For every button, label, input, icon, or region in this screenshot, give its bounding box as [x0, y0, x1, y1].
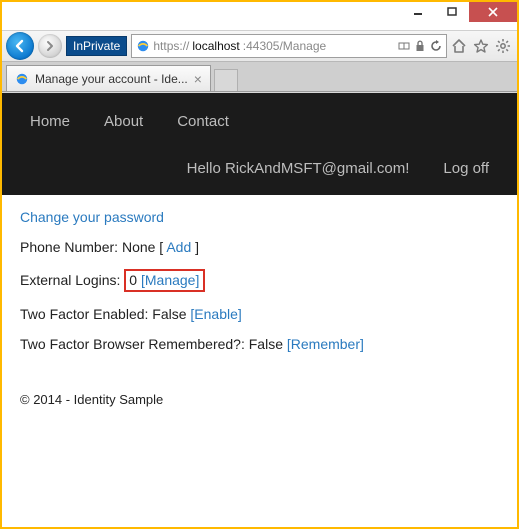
page-viewport: Home About Contact Hello RickAndMSFT@gma…: [2, 92, 517, 527]
tfbr-value: False: [249, 336, 283, 352]
nav-contact[interactable]: Contact: [177, 113, 229, 130]
external-logins-label: External Logins:: [20, 272, 120, 288]
close-button[interactable]: [469, 2, 517, 22]
compat-view-icon[interactable]: [398, 40, 410, 52]
tfe-value: False: [152, 306, 186, 322]
minimize-button[interactable]: [401, 2, 435, 22]
two-factor-browser-row: Two Factor Browser Remembered?: False [R…: [20, 336, 499, 352]
tab-title: Manage your account - Ide...: [35, 72, 188, 86]
ie-favicon-icon: [136, 39, 150, 53]
nav-home[interactable]: Home: [30, 113, 70, 130]
new-tab-button[interactable]: [214, 69, 238, 91]
url-rest: :44305/Manage: [243, 39, 326, 53]
browser-toolbar: InPrivate https://localhost :44305/Manage: [2, 30, 517, 62]
tfbr-label: Two Factor Browser Remembered?:: [20, 336, 245, 352]
tab-strip: Manage your account - Ide... ×: [2, 62, 517, 92]
refresh-icon[interactable]: [430, 40, 442, 52]
tfe-label: Two Factor Enabled:: [20, 306, 148, 322]
external-logins-highlight: 0 [Manage]: [124, 269, 205, 292]
phone-row: Phone Number: None [ Add ]: [20, 239, 499, 255]
account-manage-section: Change your password Phone Number: None …: [2, 195, 517, 352]
window-titlebar: [2, 2, 517, 30]
active-tab[interactable]: Manage your account - Ide... ×: [6, 65, 211, 91]
nav-about[interactable]: About: [104, 113, 143, 130]
site-header: Home About Contact Hello RickAndMSFT@gma…: [2, 93, 517, 195]
address-bar[interactable]: https://localhost :44305/Manage: [131, 34, 447, 58]
url-scheme: https://: [153, 39, 189, 53]
inprivate-badge: InPrivate: [66, 36, 127, 56]
change-password-link[interactable]: Change your password: [20, 209, 164, 225]
tfe-enable-link[interactable]: [Enable]: [190, 306, 241, 322]
tools-icon[interactable]: [495, 38, 511, 54]
forward-button[interactable]: [38, 34, 62, 58]
external-logins-manage-link[interactable]: [Manage]: [141, 272, 199, 288]
external-logins-count: 0: [129, 272, 137, 288]
tab-close-icon[interactable]: ×: [194, 72, 202, 86]
home-icon[interactable]: [451, 38, 467, 54]
logoff-link[interactable]: Log off: [443, 160, 489, 177]
phone-label: Phone Number:: [20, 239, 118, 255]
greeting-text[interactable]: Hello RickAndMSFT@gmail.com!: [187, 160, 410, 177]
page-footer: © 2014 - Identity Sample: [2, 352, 517, 407]
tfbr-remember-link[interactable]: [Remember]: [287, 336, 364, 352]
address-bar-icons: [398, 40, 442, 52]
back-button[interactable]: [6, 32, 34, 60]
footer-text: © 2014 - Identity Sample: [20, 392, 163, 407]
url-host: localhost: [192, 39, 239, 53]
maximize-button[interactable]: [435, 2, 469, 22]
lock-icon: [415, 40, 425, 52]
external-logins-row: External Logins: 0 [Manage]: [20, 269, 499, 292]
favorites-icon[interactable]: [473, 38, 489, 54]
toolbar-right-icons: [451, 38, 511, 54]
ie-window: InPrivate https://localhost :44305/Manage…: [0, 0, 519, 529]
phone-add-link[interactable]: Add: [166, 239, 191, 255]
tab-favicon-icon: [15, 72, 29, 86]
phone-value: None: [122, 239, 155, 255]
two-factor-enabled-row: Two Factor Enabled: False [Enable]: [20, 306, 499, 322]
